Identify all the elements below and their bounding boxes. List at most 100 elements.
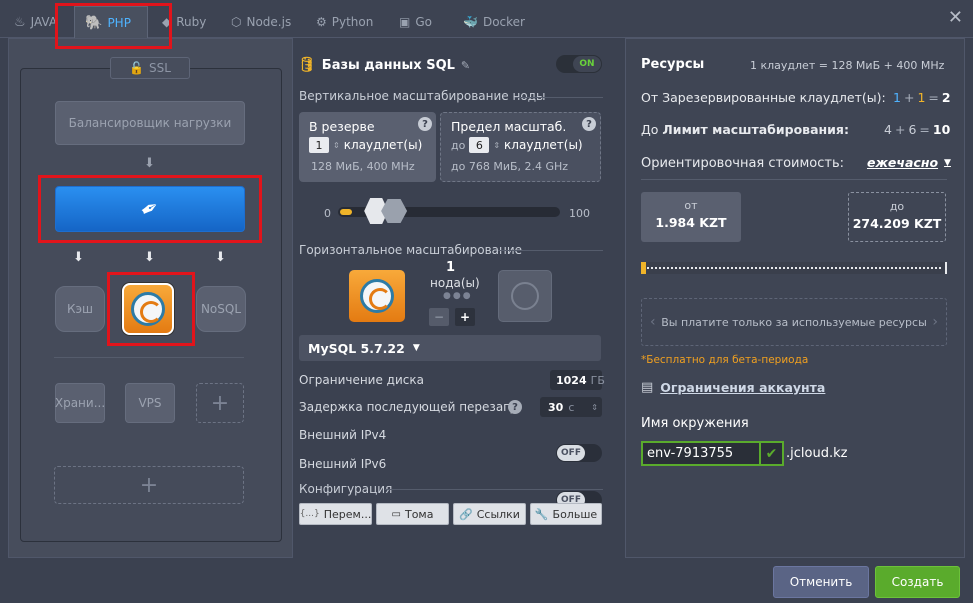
tab-go[interactable]: ▣ Go — [399, 6, 432, 38]
cloudlet-definition: 1 клаудлет = 128 МиБ + 400 МHz — [750, 59, 945, 72]
account-limits-link[interactable]: ▤ Ограничения аккаунта — [641, 380, 825, 395]
limit-summary: До Лимит масштабирования: — [641, 122, 849, 137]
volumes-button[interactable]: ▭ Тома — [376, 503, 449, 525]
limit-cloudlets-input[interactable]: до 6 ⇕ клаудлет(ы) — [451, 137, 583, 153]
sql-layer-toggle[interactable]: ON — [556, 55, 602, 73]
lock-icon: 🔓 — [129, 61, 145, 75]
arrow-down-icon: ⬇ — [144, 250, 155, 265]
price-from-value: 1.984 KZT — [655, 215, 727, 230]
php-icon: 🐘 — [85, 14, 103, 31]
arrow-down-icon: ⬇ — [73, 250, 84, 265]
chevron-down-icon: ▼ — [412, 343, 420, 353]
mysql-icon — [360, 279, 394, 313]
limit-total: 4 + 6 = 10 — [884, 122, 951, 137]
price-to-value: 274.209 KZT — [852, 216, 942, 231]
help-icon[interactable]: ? — [582, 117, 596, 131]
price-to-box: до 274.209 KZT — [848, 192, 946, 242]
ipv4-label: Внешний IPv4 — [299, 428, 387, 442]
payg-carousel: ‹ Вы платите только за используемые ресу… — [641, 298, 947, 346]
help-icon[interactable]: ? — [418, 117, 432, 131]
tab-nodejs[interactable]: ⬡ Node.js — [231, 6, 291, 38]
arrow-down-icon: ⬇ — [215, 250, 226, 265]
cost-period-select[interactable]: ежечасно ▼ — [867, 155, 951, 170]
tab-python[interactable]: ⚙ Python — [316, 6, 373, 38]
node-count: 1 — [446, 260, 456, 275]
python-icon: ⚙ — [316, 15, 327, 29]
horizontal-scaling-title: Горизонтальное масштабирование — [299, 243, 523, 257]
price-max-marker — [945, 262, 947, 274]
wrench-icon: 🔧 — [534, 507, 549, 521]
app-server-button[interactable]: ✒ — [55, 186, 245, 232]
version-select[interactable]: MySQL 5.7.22 ▼ — [299, 335, 601, 361]
reserved-title: В резерве — [309, 119, 375, 134]
price-to-label: до — [889, 200, 905, 213]
java-icon: ♨ — [14, 14, 26, 30]
nosql-node-button[interactable]: NoSQL — [196, 286, 246, 332]
remove-node-button[interactable]: − — [429, 308, 449, 326]
limit-title: Предел масштаб. — [451, 119, 567, 134]
arrow-down-icon: ⬇ — [144, 156, 155, 171]
load-balancer-button[interactable]: Балансировщик нагрузки — [55, 101, 245, 145]
drive-icon: ▭ — [391, 508, 401, 520]
check-icon: ✔ — [761, 441, 784, 466]
tab-ruby[interactable]: ◆ Ruby — [162, 6, 206, 38]
link-icon: 🔗 — [459, 507, 473, 521]
cost-label: Ориентировочная стоимость: — [641, 156, 845, 171]
config-title: Конфигурация — [299, 482, 393, 496]
reserved-summary: От Зарезервированные клаудлет(ы): — [641, 90, 886, 105]
divider — [515, 97, 603, 98]
divider — [54, 357, 244, 358]
docker-icon: 🐳 — [463, 15, 478, 29]
tab-docker[interactable]: 🐳 Docker — [463, 6, 525, 38]
ssl-toggle[interactable]: 🔓 SSL — [110, 57, 190, 79]
reserved-info: 128 МиБ, 400 MHz — [311, 160, 415, 173]
add-node-button[interactable]: + — [196, 383, 244, 423]
ghost-node-button[interactable] — [498, 270, 552, 322]
stepper-icon[interactable]: ⇕ — [333, 141, 340, 150]
chevron-right-icon[interactable]: › — [932, 314, 938, 330]
chevron-left-icon[interactable]: ‹ — [650, 314, 656, 330]
limit-slider-handle[interactable] — [381, 199, 408, 223]
price-from-label: от — [684, 199, 698, 212]
feather-icon: ✒ — [135, 193, 165, 225]
env-name-label: Имя окружения — [641, 416, 749, 431]
tab-java[interactable]: ♨ JAVA — [14, 6, 57, 38]
more-button[interactable]: 🔧 Больше — [530, 503, 602, 525]
pencil-icon[interactable]: ✎ — [461, 59, 470, 72]
create-button[interactable]: Создать — [875, 566, 960, 598]
env-name-input[interactable]: env-7913755 — [641, 441, 761, 466]
divider — [498, 250, 603, 251]
node-label: нода(ы) — [430, 276, 480, 290]
divider — [641, 179, 947, 180]
close-icon[interactable]: ✕ — [948, 7, 963, 28]
price-from-box: от 1.984 KZT — [641, 192, 741, 242]
vertical-scaling-title: Вертикальное масштабирование ноды — [299, 89, 546, 103]
tab-php[interactable]: 🐘 PHP — [74, 6, 148, 38]
reserved-cloudlets-input[interactable]: 1 ⇕ клаудлет(ы) — [309, 137, 422, 153]
stepper-icon[interactable]: ⇕ — [493, 141, 500, 150]
storage-node-button[interactable]: Храни... — [55, 383, 105, 423]
add-node-button[interactable]: + — [455, 308, 475, 326]
mysql-node-icon-button[interactable] — [349, 270, 405, 322]
cloudlet-slider-fill — [340, 209, 353, 215]
mysql-node-button[interactable] — [122, 283, 174, 335]
links-button[interactable]: 🔗 Ссылки — [453, 503, 526, 525]
ruby-icon: ◆ — [162, 15, 172, 29]
env-domain: .jcloud.kz — [786, 446, 848, 461]
vps-node-button[interactable]: VPS — [125, 383, 175, 423]
go-icon: ▣ — [399, 15, 411, 29]
ipv4-toggle[interactable]: OFF — [556, 444, 602, 462]
database-icon: 🛢 — [298, 57, 316, 73]
stepper-icon[interactable]: ⇕ — [591, 403, 602, 412]
cache-node-button[interactable]: Кэш — [55, 286, 105, 332]
sql-section-title: 🛢 Базы данных SQL ✎ — [298, 57, 471, 73]
slider-min-label: 0 — [324, 207, 331, 220]
price-min-marker — [641, 262, 646, 274]
restart-delay-field[interactable]: 30 с ⇕ — [540, 397, 602, 417]
variables-button[interactable]: {...} Перем... — [299, 503, 372, 525]
cancel-button[interactable]: Отменить — [773, 566, 869, 598]
add-layer-button[interactable]: + — [54, 466, 244, 504]
disk-limit-field[interactable]: 1024 ГБ — [550, 370, 605, 390]
beta-note: *Бесплатно для бета-периода — [641, 354, 809, 366]
help-icon[interactable]: ? — [508, 400, 522, 414]
